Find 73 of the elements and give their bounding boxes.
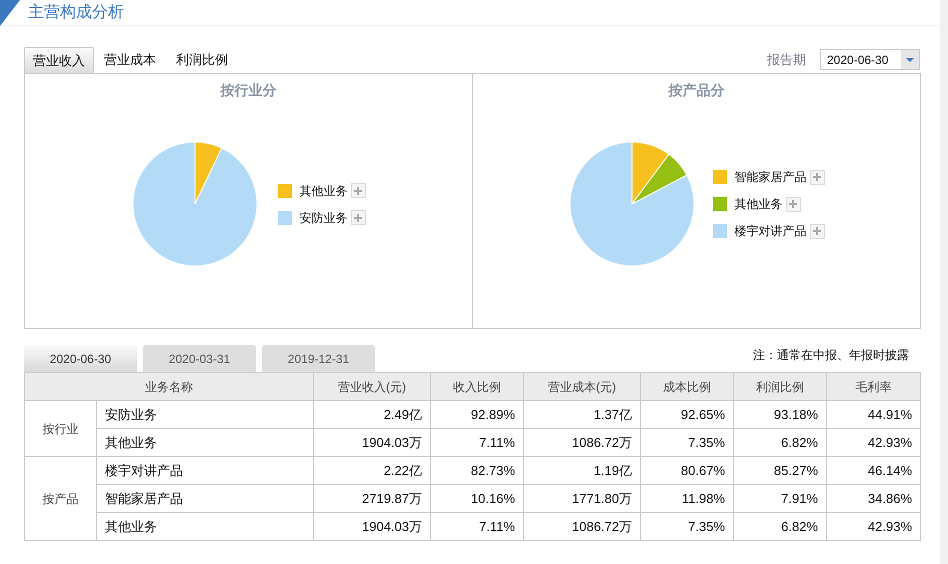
table-cell: 1086.72万: [524, 512, 640, 540]
table-cell: 1.37亿: [524, 400, 640, 428]
table-cell: 10.16%: [430, 484, 524, 512]
column-header: 业务名称: [24, 372, 314, 400]
metric-tab[interactable]: 营业成本: [94, 47, 166, 73]
table-cell: 1904.03万: [314, 512, 430, 540]
table-cell: 80.67%: [640, 456, 734, 484]
plus-icon: [354, 186, 362, 194]
legend-label: 其他业务: [300, 182, 348, 200]
legend-label: 智能家居产品: [734, 169, 806, 186]
table-cell: 智能家居产品: [96, 484, 314, 512]
plus-icon: [813, 173, 821, 181]
table-cell: 11.98%: [640, 484, 734, 512]
table-cell: 7.35%: [640, 512, 734, 540]
table-cell: 82.73%: [430, 456, 524, 484]
table-cell: 6.82%: [734, 428, 826, 456]
column-header: 成本比例: [640, 372, 734, 400]
corner-triangle-icon: [0, 0, 20, 26]
table-cell: 34.86%: [826, 484, 920, 512]
table-cell: 92.65%: [640, 400, 734, 428]
report-period-label: 报告期: [767, 50, 806, 69]
column-header: 收入比例: [430, 372, 524, 400]
chart-title: 按产品分: [668, 81, 724, 100]
table-cell: 楼宇对讲产品: [96, 456, 314, 484]
table-cell: 42.93%: [826, 428, 920, 456]
column-header: 营业成本(元): [524, 372, 640, 400]
table-cell: 1904.03万: [314, 428, 430, 456]
metric-tab[interactable]: 营业收入: [24, 47, 94, 73]
expand-plus-button[interactable]: [350, 210, 366, 225]
group-label-cell: 按产品: [24, 456, 96, 540]
expand-plus-button[interactable]: [810, 170, 824, 184]
expand-plus-button[interactable]: [786, 196, 800, 212]
column-header: 毛利率: [826, 372, 920, 400]
group-label-cell: 按行业: [24, 400, 96, 456]
table-cell: 1771.80万: [524, 484, 640, 512]
date-tab[interactable]: 2019-12-31: [262, 345, 375, 372]
plus-icon: [354, 214, 362, 222]
expand-plus-button[interactable]: [810, 224, 824, 238]
table-cell: 其他业务: [96, 428, 314, 456]
plus-icon: [789, 200, 797, 208]
table-cell: 7.11%: [430, 512, 524, 540]
legend-label: 其他业务: [734, 196, 782, 213]
table-cell: 7.35%: [640, 428, 734, 456]
table-cell: 2.22亿: [314, 456, 430, 484]
table-cell: 1.19亿: [524, 456, 640, 484]
section-title: 主营构成分析: [28, 2, 124, 22]
date-tab[interactable]: 2020-03-31: [143, 345, 256, 372]
chart-title: 按行业分: [220, 81, 276, 100]
dropdown-caret-icon: [906, 58, 914, 62]
table-cell: 1086.72万: [524, 428, 640, 456]
table-cell: 2719.87万: [314, 484, 430, 512]
table-cell: 42.93%: [826, 512, 920, 540]
table-cell: 44.91%: [826, 400, 920, 428]
table-cell: 46.14%: [826, 456, 920, 484]
metric-tab[interactable]: 利润比例: [166, 47, 238, 73]
disclosure-note: 注：通常在中报、年报时披露: [753, 347, 909, 364]
table-cell: 93.18%: [734, 400, 826, 428]
expand-plus-button[interactable]: [350, 183, 366, 198]
plus-icon: [813, 227, 821, 235]
table-cell: 7.91%: [734, 484, 826, 512]
legend-label: 楼宇对讲产品: [734, 223, 806, 240]
column-header: 营业收入(元): [314, 372, 430, 400]
table-cell: 7.11%: [430, 428, 524, 456]
table-cell: 6.82%: [734, 512, 826, 540]
column-header: 利润比例: [734, 372, 826, 400]
table-cell: 92.89%: [430, 400, 524, 428]
report-period-select[interactable]: 2020-06-30: [820, 49, 920, 70]
legend-label: 安防业务: [300, 210, 348, 226]
table-cell: 2.49亿: [314, 400, 430, 428]
table-cell: 85.27%: [734, 456, 826, 484]
table-cell: 其他业务: [96, 512, 314, 540]
table-cell: 安防业务: [96, 400, 314, 428]
date-tab[interactable]: 2020-06-30: [24, 345, 137, 372]
